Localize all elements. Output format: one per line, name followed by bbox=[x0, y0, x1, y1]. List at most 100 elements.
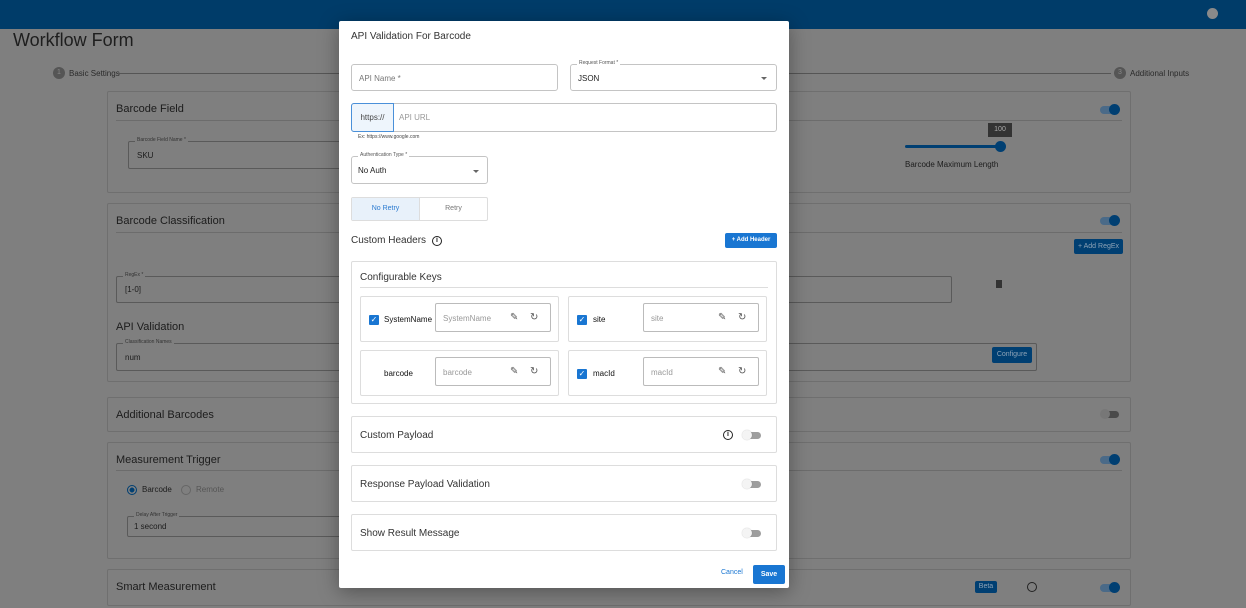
custom-headers-title: Custom Headers bbox=[351, 235, 427, 246]
card-title: Measurement Trigger bbox=[116, 454, 221, 466]
placeholder: API Name * bbox=[359, 74, 401, 83]
toggle-switch[interactable] bbox=[1100, 215, 1120, 226]
placeholder: site bbox=[651, 314, 664, 323]
configurable-keys-panel: Configurable Keys ✓ SystemName SystemNam… bbox=[351, 261, 777, 404]
delay-after-trigger-select[interactable]: Delay After Trigger 1 second bbox=[127, 512, 347, 537]
key-input[interactable]: barcode ✎ ↻ bbox=[435, 357, 551, 386]
save-button[interactable]: Save bbox=[753, 565, 785, 584]
toggle-switch[interactable] bbox=[1100, 104, 1120, 115]
add-regex-button[interactable]: + Add RegEx bbox=[1074, 239, 1123, 254]
key-label: site bbox=[593, 315, 606, 324]
reset-icon[interactable]: ↻ bbox=[530, 312, 538, 323]
response-payload-validation-section: Response Payload Validation bbox=[351, 465, 777, 502]
card-title: Additional Barcodes bbox=[116, 409, 214, 421]
field-value: 1 second bbox=[134, 522, 167, 531]
reset-icon[interactable]: ↻ bbox=[738, 312, 746, 323]
key-input[interactable]: macId ✎ ↻ bbox=[643, 357, 759, 386]
radio-barcode[interactable] bbox=[127, 485, 137, 495]
cancel-button[interactable]: Cancel bbox=[721, 569, 743, 576]
pencil-icon[interactable]: ✎ bbox=[718, 366, 726, 377]
field-value: num bbox=[125, 353, 141, 362]
toggle-switch[interactable] bbox=[1100, 454, 1120, 465]
panel-title: Configurable Keys bbox=[360, 272, 442, 283]
url-hint: Ex: https://www.google.com bbox=[358, 134, 420, 140]
radio-label: Remote bbox=[196, 485, 225, 494]
page-title: Workflow Form bbox=[13, 30, 134, 50]
field-value: JSON bbox=[578, 74, 600, 83]
checkbox[interactable]: ✓ bbox=[577, 315, 587, 325]
checkbox[interactable]: ✓ bbox=[577, 369, 587, 379]
key-label: barcode bbox=[384, 369, 413, 378]
pencil-icon[interactable]: ✎ bbox=[718, 312, 726, 323]
field-label: Request Format * bbox=[577, 60, 621, 66]
delete-icon[interactable] bbox=[996, 280, 1002, 288]
card-title: Barcode Field bbox=[116, 103, 184, 115]
slider-label: Barcode Maximum Length bbox=[905, 160, 999, 169]
toggle-switch[interactable] bbox=[742, 430, 761, 440]
info-icon[interactable]: i bbox=[723, 430, 733, 440]
step-number[interactable]: 1 bbox=[53, 67, 65, 79]
chevron-down-icon bbox=[473, 170, 479, 173]
card-title: Smart Measurement bbox=[116, 581, 216, 593]
retry-option[interactable]: Retry bbox=[420, 198, 487, 220]
field-value: [1-0] bbox=[125, 285, 142, 294]
field-label: Barcode Field Name * bbox=[135, 137, 188, 143]
key-row: barcode barcode ✎ ↻ bbox=[360, 350, 559, 396]
section-title: Custom Payload bbox=[360, 430, 434, 441]
key-label: macId bbox=[593, 369, 615, 378]
key-row: ✓ macId macId ✎ ↻ bbox=[568, 350, 767, 396]
slider-value-tooltip: 100 bbox=[988, 123, 1012, 137]
no-retry-option[interactable]: No Retry bbox=[352, 198, 420, 220]
pencil-icon[interactable]: ✎ bbox=[510, 366, 518, 377]
url-prefix: https:// bbox=[351, 103, 394, 132]
api-name-input[interactable]: API Name * bbox=[351, 64, 558, 91]
radio-remote[interactable] bbox=[181, 485, 191, 495]
dialog-title: API Validation For Barcode bbox=[351, 31, 471, 42]
reset-icon[interactable]: ↻ bbox=[530, 366, 538, 377]
section-title: Show Result Message bbox=[360, 528, 460, 539]
api-validation-dialog: API Validation For Barcode API Name * Re… bbox=[339, 21, 789, 588]
retry-toggle-group: No Retry Retry bbox=[351, 197, 488, 221]
slider-thumb[interactable] bbox=[995, 141, 1006, 152]
authentication-type-select[interactable]: Authentication Type * No Auth bbox=[351, 152, 488, 184]
pencil-icon[interactable]: ✎ bbox=[510, 312, 518, 323]
chevron-down-icon bbox=[761, 77, 767, 80]
field-label: Delay After Trigger bbox=[134, 512, 180, 518]
reset-icon[interactable]: ↻ bbox=[738, 366, 746, 377]
radio-label: Barcode bbox=[142, 485, 172, 494]
field-value: No Auth bbox=[358, 166, 387, 175]
add-header-button[interactable]: + Add Header bbox=[725, 233, 777, 248]
placeholder: macId bbox=[651, 368, 673, 377]
info-icon[interactable] bbox=[1027, 582, 1037, 592]
step-number[interactable]: 3 bbox=[1114, 67, 1126, 79]
field-label: Classification Names bbox=[123, 339, 174, 345]
request-format-select[interactable]: Request Format * JSON bbox=[570, 60, 777, 91]
key-label: SystemName bbox=[384, 315, 433, 324]
section-title: API Validation bbox=[116, 321, 185, 333]
field-value: SKU bbox=[137, 151, 154, 160]
toggle-switch[interactable] bbox=[742, 479, 761, 489]
step-label[interactable]: Additional Inputs bbox=[1130, 69, 1189, 78]
beta-badge: Beta bbox=[975, 581, 997, 593]
field-label: RegEx * bbox=[123, 272, 146, 278]
placeholder: API URL bbox=[399, 113, 431, 122]
custom-payload-section: Custom Payload i bbox=[351, 416, 777, 453]
account-circle-icon[interactable] bbox=[1207, 8, 1218, 19]
placeholder: SystemName bbox=[443, 314, 492, 323]
section-title: Response Payload Validation bbox=[360, 479, 490, 490]
info-icon[interactable]: i bbox=[432, 236, 442, 246]
api-url-input[interactable]: https:// API URL bbox=[351, 103, 777, 132]
slider-track[interactable] bbox=[905, 145, 1001, 148]
key-input[interactable]: SystemName ✎ ↻ bbox=[435, 303, 551, 332]
card-title: Barcode Classification bbox=[116, 215, 225, 227]
show-result-message-section: Show Result Message bbox=[351, 514, 777, 551]
key-input[interactable]: site ✎ ↻ bbox=[643, 303, 759, 332]
step-label[interactable]: Basic Settings bbox=[69, 69, 120, 78]
placeholder: barcode bbox=[443, 368, 472, 377]
toggle-switch[interactable] bbox=[1100, 582, 1120, 593]
toggle-switch[interactable] bbox=[742, 528, 761, 538]
toggle-switch[interactable] bbox=[1100, 409, 1119, 419]
configure-button[interactable]: Configure bbox=[992, 347, 1032, 363]
key-row: ✓ site site ✎ ↻ bbox=[568, 296, 767, 342]
checkbox[interactable]: ✓ bbox=[369, 315, 379, 325]
